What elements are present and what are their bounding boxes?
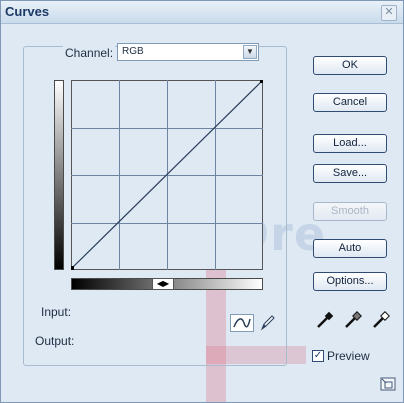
preview-label: Preview [327,349,370,363]
ok-button[interactable]: OK [313,56,387,75]
channel-select[interactable]: RGB ▼ [117,43,259,61]
cancel-button[interactable]: Cancel [313,93,387,112]
input-label: Input: [41,305,72,319]
smooth-button[interactable]: Smooth [313,202,387,221]
resize-icon[interactable] [380,377,396,391]
curve-graph[interactable] [71,80,263,270]
curve-point-start [71,266,74,270]
curve-point-end [260,80,263,83]
gray-eyedropper-icon[interactable] [343,310,363,330]
output-label: Output: [35,334,75,348]
dialog-title: Curves [5,4,50,19]
save-button[interactable]: Save... [313,164,387,183]
left-right-arrows-icon[interactable]: ◀▶ [152,278,174,290]
options-button[interactable]: Options... [313,272,387,291]
preview-checkbox[interactable]: ✓ [312,350,324,362]
close-icon[interactable]: ✕ [381,5,397,21]
chevron-down-icon[interactable]: ▼ [243,45,257,59]
title-bar[interactable]: Curves ✕ [1,1,403,24]
auto-button[interactable]: Auto [313,239,387,258]
pencil-icon[interactable] [258,314,276,332]
channel-label: Channel: [63,46,116,60]
black-eyedropper-icon[interactable] [315,310,335,330]
load-button[interactable]: Load... [313,134,387,153]
white-eyedropper-icon[interactable] [371,310,391,330]
curves-dialog: Dre Curves ✕ Channel: RGB ▼ ◀▶ Input: Ou… [0,0,404,403]
curve-tool-icon[interactable] [230,314,254,332]
channel-value: RGB [122,46,144,57]
output-gradient-bar [54,80,64,270]
